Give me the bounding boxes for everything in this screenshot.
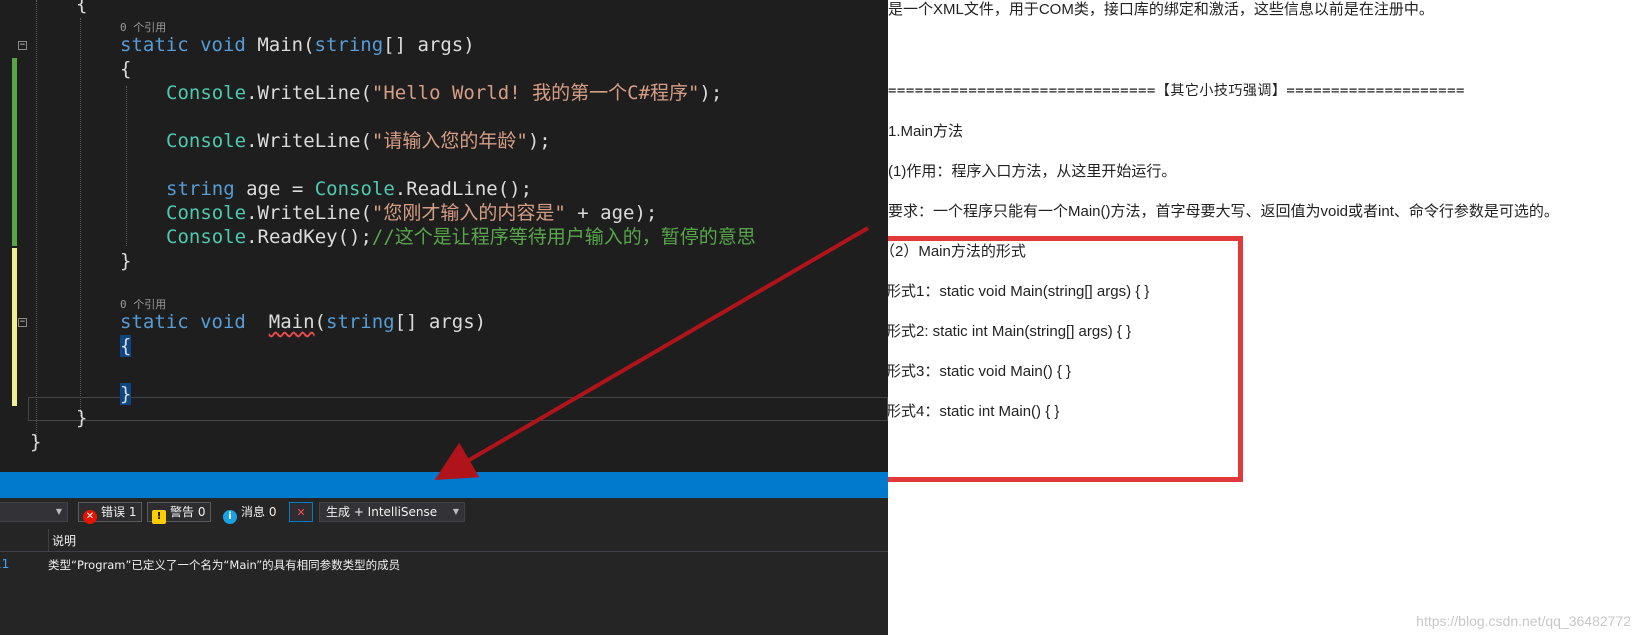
code-line[interactable]: } (120, 382, 132, 407)
code-line[interactable]: } (76, 406, 87, 431)
code-line[interactable]: Console.ReadKey();//这个是让程序等待用户输入的，暂停的意思 (166, 225, 756, 250)
code-line[interactable]: { (120, 57, 131, 82)
current-line-highlight (28, 397, 888, 421)
highlight-box (888, 236, 1243, 482)
column-header-description[interactable]: 说明 (52, 532, 76, 549)
error-description: 类型“Program”已定义了一个名为“Main”的具有相同参数类型的成员 (48, 558, 401, 572)
code-line[interactable]: Console.WriteLine("请输入您的年龄"); (166, 129, 551, 154)
code-editor[interactable]: − − { 0 个引用 static void Main(string[] ar… (0, 0, 888, 472)
error-list-panel: ▼ ✕ 错误 1 ! 警告 0 i 消息 0 ✕ 生成 + IntelliSense ▼… (0, 498, 888, 635)
fold-toggle-main-2[interactable]: − (18, 318, 27, 327)
info-icon: i (223, 510, 237, 524)
messages-filter-button[interactable]: i 消息 0 (218, 502, 282, 524)
filter-icon: ✕ (296, 506, 306, 519)
error-list-header: 说明 (0, 529, 888, 552)
scope-dropdown[interactable]: ▼ (0, 502, 68, 522)
code-line[interactable]: Console.WriteLine("您刚才输入的内容是" + age); (166, 201, 657, 226)
column-separator[interactable] (48, 529, 49, 551)
code-line[interactable]: } (120, 249, 131, 274)
errors-filter-button[interactable]: ✕ 错误 1 (78, 502, 143, 524)
error-row[interactable]: 11 类型“Program”已定义了一个名为“Main”的具有相同参数类型的成员 (0, 554, 888, 576)
code-line[interactable]: Console.WriteLine("Hello World! 我的第一个C#程… (166, 81, 722, 106)
paragraph-text: 是一个XML文件，用于COM类，接口库的绑定和激活，这些信息以前是在注册中。 (888, 1, 1434, 18)
code-line[interactable]: static void Main(string[] args) (120, 310, 486, 335)
build-source-dropdown[interactable]: 生成 + IntelliSense ▼ (319, 502, 465, 522)
indent-guide (80, 18, 81, 416)
code-line[interactable]: } (30, 430, 41, 455)
paragraph-text: (1)作用：程序入口方法，从这里开始运行。 (888, 163, 1177, 180)
indent-guide (36, 0, 37, 440)
change-bar-saved (12, 58, 17, 246)
watermark: https://blog.csdn.net/qq_36482772 (1416, 613, 1631, 629)
code-line[interactable]: string age = Console.ReadLine(); (166, 177, 532, 202)
section-heading: 1.Main方法 (888, 123, 964, 140)
error-icon: ✕ (83, 510, 97, 524)
code-line[interactable]: { (120, 334, 132, 359)
indent-guide (126, 86, 127, 246)
paragraph-text: 要求：一个程序只能有一个Main()方法，首字母要大写、返回值为void或者in… (888, 203, 1559, 220)
error-code: 11 (0, 557, 10, 571)
section-separator: ==============================【其它小技巧强调】=… (888, 83, 1465, 99)
error-squiggle[interactable]: Main (269, 311, 315, 333)
blog-article: 是一个XML文件，用于COM类，接口库的绑定和激活，这些信息以前是在注册中。 =… (888, 0, 1641, 635)
panel-splitter[interactable] (0, 472, 888, 498)
build-filter-toggle[interactable]: ✕ (289, 502, 313, 522)
change-bar-unsaved (12, 248, 17, 406)
code-line[interactable]: static void Main(string[] args) (120, 33, 475, 58)
warnings-filter-button[interactable]: ! 警告 0 (147, 502, 212, 524)
chevron-down-icon: ▼ (452, 507, 459, 516)
fold-toggle-main-1[interactable]: − (18, 41, 27, 50)
warning-icon: ! (152, 510, 166, 524)
code-line[interactable]: { (76, 0, 87, 17)
chevron-down-icon: ▼ (55, 507, 62, 516)
